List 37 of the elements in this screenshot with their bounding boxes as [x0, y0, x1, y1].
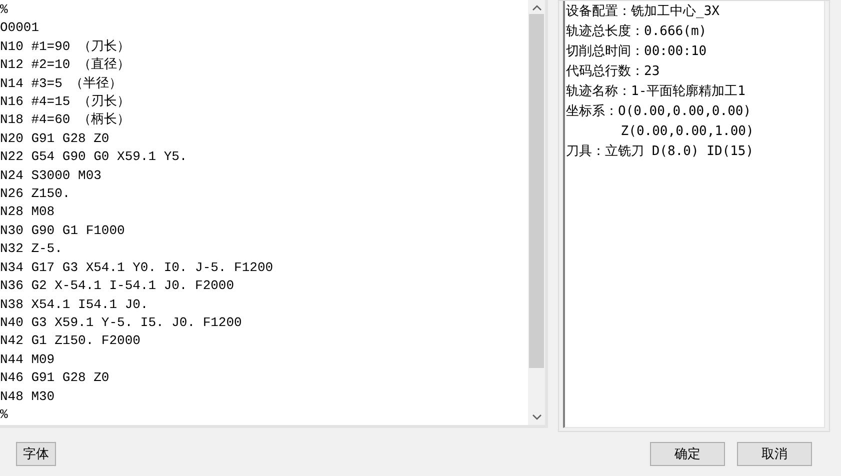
code-line: N18 #4=60 （柄长）: [0, 111, 130, 130]
code-line: N26 Z150.: [0, 185, 70, 204]
code-line: N24 S3000 M03: [0, 166, 102, 185]
code-line: N12 #2=10 （直径）: [0, 56, 130, 74]
info-line: 轨迹名称：1-平面轮廓精加工1: [566, 83, 746, 101]
code-line: N22 G54 G90 G0 X59.1 Y5.: [0, 148, 188, 166]
code-line: N16 #4=15 （刃长）: [0, 93, 130, 112]
code-line: N28 M08: [0, 203, 55, 222]
info-line: 代码总行数：23: [566, 63, 660, 81]
code-line: N42 G1 Z150. F2000: [0, 332, 140, 350]
scrollbar-thumb[interactable]: [529, 14, 544, 368]
code-line: N20 G91 G28 Z0: [0, 130, 110, 148]
info-line: Z(0.00,0.00,1.00): [620, 123, 754, 141]
code-line: %: [0, 406, 8, 424]
code-line: O0001: [0, 19, 40, 38]
info-line: 轨迹总长度：0.666(m): [566, 23, 707, 41]
code-line: N30 G90 G1 F1000: [0, 222, 125, 240]
scrollbar[interactable]: [528, 0, 545, 425]
code-editor[interactable]: [0, 0, 548, 428]
info-line: 刀具：立铣刀 D(8.0) ID(15): [566, 143, 754, 161]
code-line: %: [0, 1, 8, 19]
font-button[interactable]: 字体: [16, 442, 56, 466]
code-line: N44 M09: [0, 350, 55, 369]
code-line: N46 G91 G28 Z0: [0, 369, 110, 388]
ok-button[interactable]: 确定: [650, 442, 725, 466]
code-line: N38 X54.1 I54.1 J0.: [0, 296, 148, 314]
code-line: N14 #3=5 （半径）: [0, 74, 122, 93]
info-line: 设备配置：铣加工中心_3X: [566, 3, 720, 21]
info-line: 坐标系：O(0.00,0.00,0.00): [566, 103, 752, 121]
code-line: N32 Z-5.: [0, 240, 62, 258]
code-line: N10 #1=90 （刀长）: [0, 38, 130, 56]
code-line: N48 M30: [0, 388, 55, 406]
info-line: 切削总时间：00:00:10: [566, 43, 707, 61]
code-line: N34 G17 G3 X54.1 Y0. I0. J-5. F1200: [0, 258, 274, 277]
code-line: N36 G2 X-54.1 I-54.1 J0. F2000: [0, 277, 234, 296]
code-line: N40 G3 X59.1 Y-5. I5. J0. F1200: [0, 314, 242, 332]
cancel-button[interactable]: 取消: [737, 442, 812, 466]
